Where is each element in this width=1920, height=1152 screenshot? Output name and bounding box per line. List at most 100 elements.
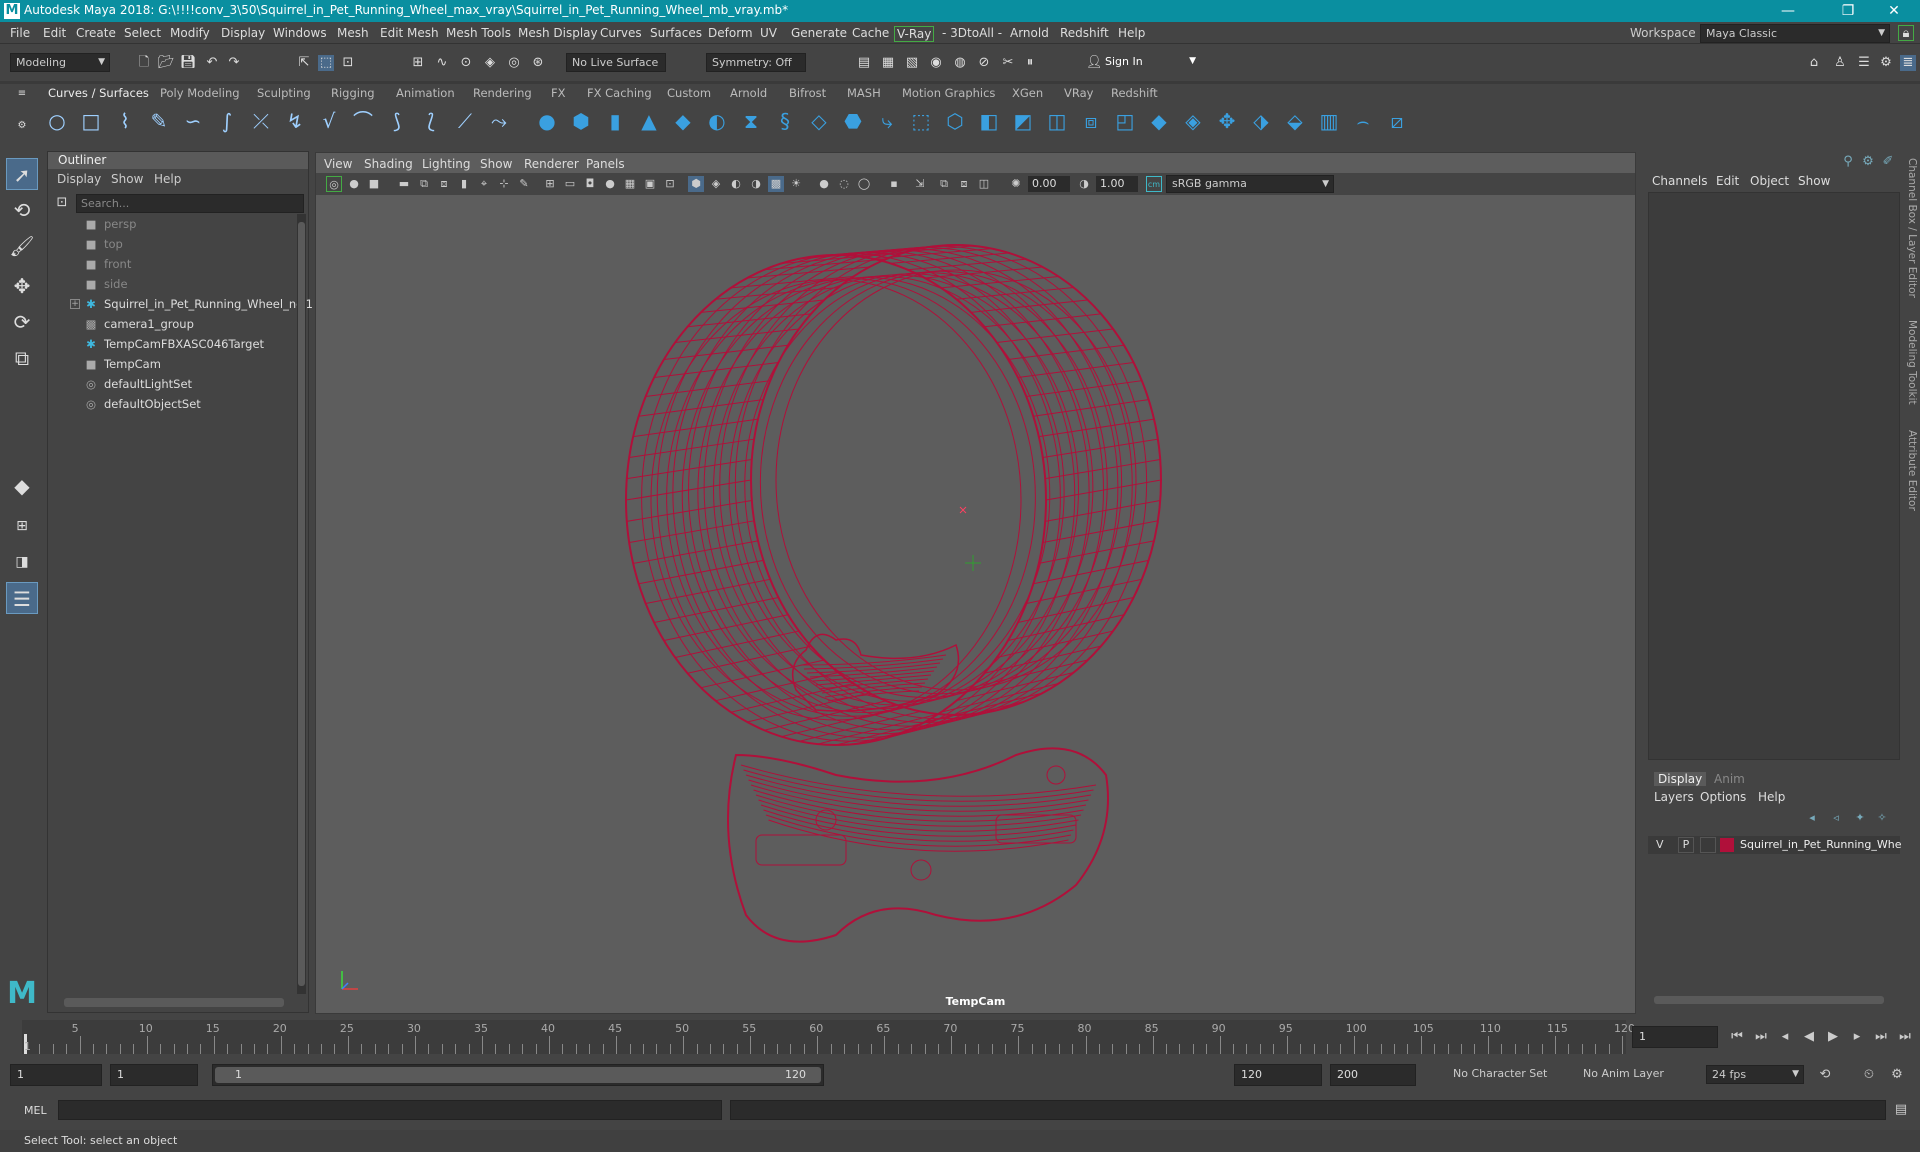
select-hierarchy-icon[interactable]: ⇱ [296,55,312,71]
channel-box-tools-icon[interactable]: ✐ [1880,154,1896,170]
human-ik-icon[interactable]: ♙ [1832,55,1848,71]
menu-display[interactable]: Display [221,26,265,40]
fps-dropdown[interactable]: 24 fps ▼ [1706,1065,1804,1084]
menu-create[interactable]: Create [76,26,116,40]
animation-start-field[interactable]: 1 [10,1064,102,1086]
layer-menu-layers[interactable]: Layers [1654,790,1694,804]
square-surface-icon[interactable]: ◧ [976,108,1002,134]
playback-end-field[interactable]: 120 [1234,1064,1322,1086]
outliner-item[interactable]: + ✱ Squirrel_in_Pet_Running_Wheel_ncl1 [48,294,313,314]
script-editor-icon[interactable]: ▤ [1892,1101,1910,1119]
intersect-icon[interactable]: ◫ [1044,108,1070,134]
xray-icon[interactable]: ▩ [768,176,784,192]
layer-display-type-toggle[interactable] [1700,837,1716,853]
ipr-render-icon[interactable]: ▦ [880,55,896,71]
safe-action-icon[interactable]: ◘ [582,176,598,192]
snap-grid-icon[interactable]: ⊞ [410,55,426,71]
birail-icon[interactable]: ⤷ [874,108,900,134]
animation-preferences-icon[interactable]: ⚙ [1888,1066,1906,1084]
shelf-tab-xgen[interactable]: XGen [1012,86,1043,100]
layer-tab-display[interactable]: Display [1654,772,1707,786]
channel-menu-channels[interactable]: Channels [1652,174,1708,188]
outliner-horizontal-scrollbar[interactable] [64,998,284,1007]
menu-mesh[interactable]: Mesh [337,26,369,40]
menu-cache[interactable]: Cache [852,26,889,40]
menu-select[interactable]: Select [124,26,161,40]
snap-curve-icon[interactable]: ∿ [434,55,450,71]
outliner-item[interactable]: ▩ camera1_group [48,314,288,334]
nurbs-cone-icon[interactable]: ▲ [636,108,662,134]
backface-icon[interactable]: ⧈ [956,176,972,192]
channel-menu-object[interactable]: Object [1750,174,1789,188]
shelf-tab-mash[interactable]: MASH [847,86,881,100]
film-gate-icon[interactable]: ⊹ [496,176,512,192]
step-back-frame-icon[interactable]: ◂ [1776,1028,1794,1046]
menu-surfaces[interactable]: Surfaces [650,26,702,40]
move-layer-up-icon[interactable]: ◂ [1804,810,1820,826]
extrude-icon[interactable]: ⬣ [840,108,866,134]
menu-mesh-tools[interactable]: Mesh Tools [446,26,511,40]
attribute-editor-icon[interactable]: ☰ [1856,55,1872,71]
anti-alias-icon[interactable]: ◌ [836,176,852,192]
viewport-menu-panels[interactable]: Panels [586,157,625,171]
loft-icon[interactable]: § [772,108,798,134]
untrim-icon[interactable]: ◰ [1112,108,1138,134]
render-view-icon[interactable]: ◍ [952,55,968,71]
offset-curve-icon[interactable]: ⟆ [384,108,410,134]
exposure-icon[interactable]: ✺ [1008,176,1024,192]
ep-curve-icon[interactable]: ✎ [146,108,172,134]
shelf-tab-vray[interactable]: VRay [1064,86,1093,100]
insert-isoparms-icon[interactable]: ⬗ [1248,108,1274,134]
select-camera-icon[interactable]: ◎ [326,176,342,192]
hypershade-icon[interactable]: ◉ [928,55,944,71]
open-scene-icon[interactable]: 📂︎ [158,55,175,71]
move-layer-down-icon[interactable]: ◃ [1828,810,1844,826]
bookmark-icon[interactable]: ▬ [396,176,412,192]
wireframe-on-shaded-icon[interactable]: ⊡ [662,176,678,192]
attach-surfaces-icon[interactable]: ◆ [1146,108,1172,134]
snap-vertex-icon[interactable]: ⊛ [530,55,546,71]
shelf-tab-bifrost[interactable]: Bifrost [789,86,826,100]
bezier-curve-icon[interactable]: ∫ [214,108,240,134]
outliner-layout-icon[interactable]: ☰ [6,582,38,614]
grid-icon[interactable]: ⌖ [476,176,492,192]
ipr-icon[interactable]: ✂ [1000,55,1016,71]
menu-curves[interactable]: Curves [600,26,642,40]
snap-surface-icon[interactable]: ◎ [506,55,522,71]
select-object-icon[interactable]: ⬚ [318,55,334,71]
restore-button[interactable]: ❐ [1826,0,1870,22]
four-view-layout-icon[interactable]: ⊞ [6,510,38,542]
viewport-menu-view[interactable]: View [324,157,352,171]
command-language-label[interactable]: MEL [24,1104,47,1117]
tool-settings-icon[interactable]: ⚙ [1878,55,1894,71]
open-close-surfaces-icon[interactable]: ✥ [1214,108,1240,134]
shadows-icon[interactable]: ◑ [748,176,764,192]
layer-playback-toggle[interactable]: P [1678,837,1694,853]
menu-edit-mesh[interactable]: Edit Mesh [380,26,439,40]
gamma-icon[interactable]: ◑ [1076,176,1092,192]
menu-set-dropdown[interactable]: Modeling ▼ [10,53,110,72]
isolate-select-icon[interactable]: ▪ [886,176,902,192]
shelf-tab-arnold[interactable]: Arnold [730,86,767,100]
new-scene-icon[interactable]: 🗋︎ [136,55,152,71]
detach-curve-icon[interactable]: ↯ [282,108,308,134]
channel-box-settings-icon[interactable]: ⚙ [1860,154,1876,170]
nurbs-cube-icon[interactable]: ⬢ [568,108,594,134]
viewport-menu-renderer[interactable]: Renderer [524,157,579,171]
exposure-field[interactable]: 0.00 [1028,176,1070,192]
nurbs-sphere-icon[interactable]: ● [534,108,560,134]
sculpt-geometry-icon[interactable]: ⌢ [1350,108,1376,134]
layer-visibility-toggle[interactable]: V [1656,838,1664,851]
pause-icon[interactable]: ⏸︎ [1022,55,1038,71]
gate-mask-icon[interactable]: ⊞ [542,176,558,192]
textured-icon[interactable]: ◈ [708,176,724,192]
render-frame-icon[interactable]: ▤ [856,55,872,71]
attach-curves-icon[interactable]: ⤫ [248,108,274,134]
lasso-tool-icon[interactable]: ⟲ [6,194,38,226]
color-management-icon[interactable]: cm [1146,176,1162,192]
motion-blur-icon[interactable]: ● [816,176,832,192]
undo-icon[interactable]: ↶ [204,55,220,71]
shelf-tab-fx[interactable]: FX [551,86,566,100]
step-forward-frame-icon[interactable]: ▸ [1848,1028,1866,1046]
gamma-field[interactable]: 1.00 [1096,176,1138,192]
